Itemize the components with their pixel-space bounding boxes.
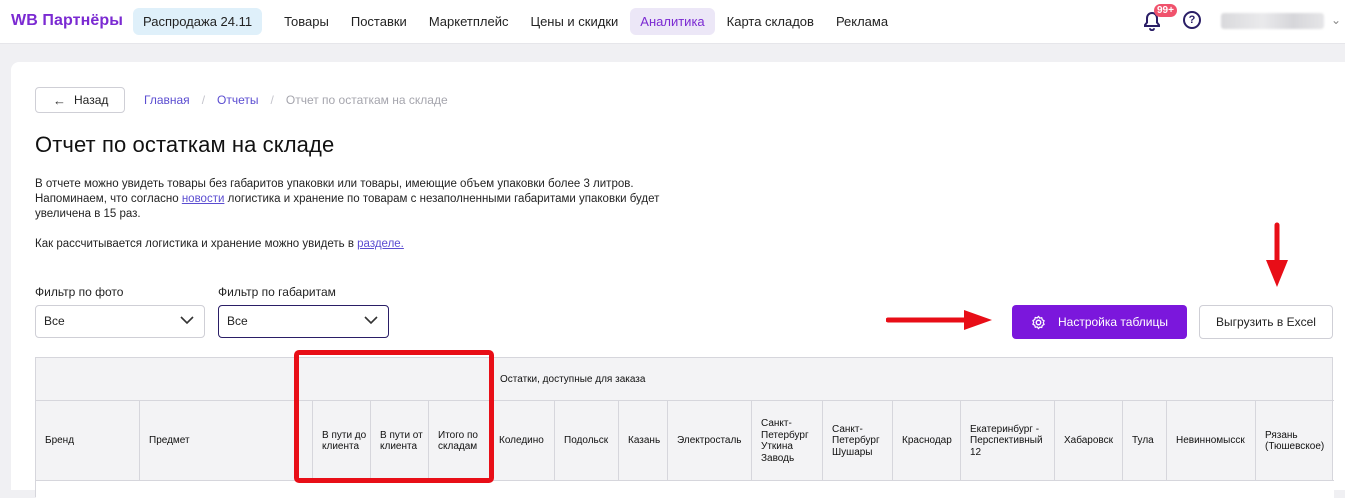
stock-report-table: Остатки, доступные для заказа Бренд Пред…	[35, 357, 1334, 498]
nav-promo[interactable]: Распродажа 24.11	[133, 8, 263, 35]
page-title: Отчет по остаткам на складе	[35, 132, 335, 157]
column-header-subject[interactable]: Предмет	[140, 401, 313, 481]
report-card: ← Назад Главная / Отчеты / Отчет по оста…	[11, 62, 1345, 498]
nav-item-prices[interactable]: Цены и скидки	[520, 8, 628, 35]
column-header-ekaterinburg[interactable]: Екатеринбург - Перспективный 12	[961, 401, 1055, 481]
photo-filter-label: Фильтр по фото	[35, 285, 124, 299]
column-header-brand[interactable]: Бренд	[36, 401, 140, 481]
notifications-badge: 99+	[1154, 4, 1177, 17]
dims-filter-value: Все	[227, 314, 248, 328]
photo-filter-value: Все	[44, 314, 65, 328]
back-button-label: Назад	[74, 93, 109, 107]
breadcrumb: Главная / Отчеты / Отчет по остаткам на …	[144, 93, 448, 107]
main-nav: Распродажа 24.11 Товары Поставки Маркетп…	[133, 8, 900, 35]
nav-item-analytics[interactable]: Аналитика	[630, 8, 715, 35]
breadcrumb-reports[interactable]: Отчеты	[217, 93, 258, 107]
desc-line-2: Напоминаем, что согласно новости логисти…	[35, 192, 685, 222]
desc-line-1: В отчете можно увидеть товары без габари…	[35, 178, 634, 190]
export-excel-button[interactable]: Выгрузить в Excel	[1199, 305, 1333, 339]
breadcrumb-current: Отчет по остаткам на складе	[285, 93, 448, 107]
column-header-spb-shushary[interactable]: Санкт-Петербург Шушары	[823, 401, 893, 481]
nav-item-warehouse-map[interactable]: Карта складов	[717, 8, 824, 35]
table-settings-label: Настройка таблицы	[1058, 315, 1168, 329]
desc-text: Напоминаем, что согласно	[35, 193, 182, 205]
column-header-spb-utkina-zavod[interactable]: Санкт-Петербург Уткина Заводь	[752, 401, 823, 481]
column-header-nevinnomyssk[interactable]: Невинномысск	[1167, 401, 1256, 481]
column-header-elektrostal[interactable]: Электросталь	[668, 401, 752, 481]
breadcrumb-home[interactable]: Главная	[144, 93, 190, 107]
breadcrumb-separator: /	[201, 93, 206, 107]
back-button[interactable]: ← Назад	[35, 87, 125, 113]
column-header-ryazan[interactable]: Рязань (Тюшевское)	[1256, 401, 1334, 481]
desc-text: Как рассчитывается логистика и хранение …	[35, 238, 358, 250]
top-bar: WB Партнёры Распродажа 24.11 Товары Пост…	[0, 0, 1345, 44]
breadcrumb-separator: /	[270, 93, 274, 107]
group-header-available-stock: Остатки, доступные для заказа	[500, 374, 646, 385]
nav-item-marketplace[interactable]: Маркетплейс	[419, 8, 519, 35]
nav-item-products[interactable]: Товары	[274, 8, 339, 35]
table-row	[36, 480, 1334, 498]
account-name-blurred[interactable]	[1221, 13, 1324, 29]
column-header-tula[interactable]: Тула	[1123, 401, 1167, 481]
nav-item-ads[interactable]: Реклама	[826, 8, 898, 35]
section-link[interactable]: разделе.	[357, 238, 404, 250]
annotation-highlight-box	[294, 350, 494, 483]
nav-item-supplies[interactable]: Поставки	[341, 8, 417, 35]
annotation-arrow-right	[886, 310, 992, 330]
report-description: В отчете можно увидеть товары без габари…	[35, 177, 685, 252]
arrow-left-icon: ←	[53, 92, 66, 108]
desc-line-3: Как рассчитывается логистика и хранение …	[35, 237, 685, 252]
table-settings-button[interactable]: Настройка таблицы	[1012, 305, 1187, 339]
photo-filter-select[interactable]: Все	[35, 305, 205, 338]
annotation-arrow-down	[1266, 222, 1288, 287]
help-icon[interactable]: ?	[1183, 11, 1201, 29]
column-header-krasnodar[interactable]: Краснодар	[893, 401, 961, 481]
column-header-podolsk[interactable]: Подольск	[555, 401, 619, 481]
column-header-khabarovsk[interactable]: Хабаровск	[1055, 401, 1123, 481]
dims-filter-select[interactable]: Все	[218, 305, 389, 338]
gear-icon	[1032, 315, 1045, 329]
news-link[interactable]: новости	[182, 193, 225, 205]
column-header-koledino[interactable]: Коледино	[490, 401, 555, 481]
chevron-down-icon	[364, 316, 378, 325]
chevron-down-icon	[180, 316, 194, 325]
chevron-down-icon[interactable]: ⌄	[1331, 13, 1341, 27]
column-header-kazan[interactable]: Казань	[619, 401, 668, 481]
app-logo[interactable]: WB Партнёры	[11, 12, 123, 30]
table-group-header-row: Остатки, доступные для заказа	[36, 358, 1334, 401]
dims-filter-label: Фильтр по габаритам	[218, 285, 336, 299]
